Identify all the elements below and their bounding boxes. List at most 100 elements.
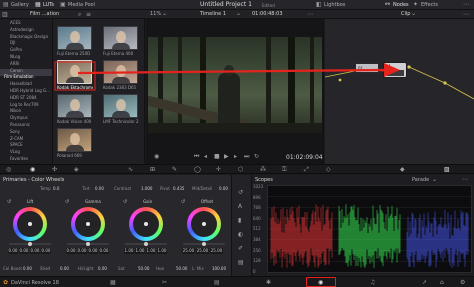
motion-effects-icon[interactable]: ◈ <box>74 166 79 173</box>
wheel-value-field[interactable]: 25.00 <box>182 248 195 254</box>
lut-folder-item[interactable]: HDR ST 2084 <box>10 95 37 100</box>
scope-mode-dropdown-icon[interactable]: ⌄ <box>432 176 437 183</box>
lut-thumbnail[interactable] <box>57 94 92 118</box>
fairlight-page-icon[interactable]: ♫ <box>370 279 375 286</box>
timeline-dropdown-icon[interactable]: ⌄ <box>236 10 241 17</box>
wheel-value-field[interactable]: 0.00 <box>41 248 51 254</box>
qualifier-icon[interactable]: ✎ <box>172 166 177 173</box>
wheel-value-field[interactable]: 1.00 <box>157 248 167 254</box>
wheel-handle[interactable] <box>202 222 206 226</box>
color-wheel[interactable] <box>129 207 163 241</box>
lut-folder-item[interactable]: Z-CAM <box>10 136 23 141</box>
lut-folder-item[interactable]: Canon <box>10 68 23 73</box>
slider-thumb[interactable] <box>28 242 32 246</box>
cut-page-icon[interactable]: ✂ <box>162 279 167 286</box>
slider-thumb[interactable] <box>86 242 90 246</box>
lut-folder-item[interactable]: Sony <box>10 129 20 134</box>
keyframes-icon[interactable]: ◆ <box>400 166 405 173</box>
corrector-node-01[interactable]: 01 <box>383 62 407 78</box>
wheel-master-slider[interactable] <box>9 242 51 246</box>
top-param-value[interactable]: 0.0 <box>53 186 59 191</box>
wheel-value-field[interactable]: 0.00 <box>77 248 87 254</box>
go-to-start-icon[interactable]: ⏮ <box>194 153 199 160</box>
nodes-options-icon[interactable]: ⋯ <box>463 11 469 18</box>
media-page-icon[interactable]: ▦ <box>110 279 116 286</box>
viewer-options-icon[interactable]: ⋯ <box>307 11 313 18</box>
camera-raw-icon[interactable]: ◎ <box>6 166 11 173</box>
play-icon[interactable]: ▶ <box>224 153 229 160</box>
bottom-param-value[interactable]: 0.00 <box>98 266 107 271</box>
color-wheel[interactable] <box>187 207 221 241</box>
curves-icon[interactable]: ∿ <box>128 166 133 173</box>
lut-folder-item[interactable]: VLog <box>10 149 20 154</box>
lut-thumbnail[interactable] <box>57 60 92 84</box>
3d-icon[interactable]: ◇ <box>326 166 331 173</box>
lut-thumbnail[interactable] <box>103 26 138 50</box>
wheel-value-field[interactable]: 25.00 <box>210 248 223 254</box>
sidebar-toggle-icon[interactable]: ▥ <box>2 11 8 18</box>
ghost-node[interactable]: 01 <box>355 63 379 73</box>
go-to-end-icon[interactable]: ⏭ <box>244 153 249 160</box>
list-view-icon[interactable]: ≡ <box>86 11 91 18</box>
lut-thumbnail[interactable] <box>103 60 138 84</box>
zoom-level[interactable]: 11% <box>150 11 161 17</box>
reset-icon[interactable]: ↺ <box>238 189 243 196</box>
lut-folder-item[interactable]: ACES <box>10 20 21 25</box>
step-forward-icon[interactable]: ▸ <box>234 153 237 160</box>
wheel-value-field[interactable]: 0.00 <box>88 248 98 254</box>
slider-thumb[interactable] <box>202 242 206 246</box>
tab-media-pool[interactable]: Media Pool <box>68 2 95 8</box>
sizing-icon[interactable]: ⤢ <box>304 166 309 173</box>
wheel-value-field[interactable]: 0.00 <box>30 248 40 254</box>
auto-balance-icon[interactable]: A <box>238 203 242 210</box>
top-param-value[interactable]: 0.00 <box>95 186 104 191</box>
stop-icon[interactable]: ■ <box>214 153 220 160</box>
wheel-value-field[interactable]: 0.00 <box>19 248 29 254</box>
wheel-master-slider[interactable] <box>125 242 167 246</box>
lut-folder-item[interactable]: GoPro <box>10 47 22 52</box>
wheel-reset-icon[interactable]: ↺ <box>181 199 185 205</box>
lightbox-icon[interactable]: ◧ <box>316 1 322 8</box>
lut-folder-item[interactable]: Hasselblad <box>10 81 32 86</box>
media-pool-icon[interactable]: ▣ <box>60 1 66 8</box>
top-param-value[interactable]: 0.435 <box>173 186 184 191</box>
lut-folder-item[interactable]: Nikon <box>10 108 21 113</box>
timeline-selector[interactable]: Timeline 1 <box>200 11 226 17</box>
wheel-value-field[interactable]: 25.00 <box>196 248 209 254</box>
blur-icon[interactable]: ⁂ <box>260 166 266 173</box>
color-wheel[interactable] <box>71 207 105 241</box>
lut-folder-item[interactable]: NLog <box>10 54 20 59</box>
top-param-value[interactable]: 0.00 <box>219 186 228 191</box>
gallery-icon[interactable]: ▤ <box>3 1 9 8</box>
bottom-param-value[interactable]: 0.00 <box>60 266 69 271</box>
lut-folder-item[interactable]: Panasonic <box>10 122 30 127</box>
bottom-param-value[interactable]: 50.00 <box>138 266 149 271</box>
lut-thumbnail[interactable] <box>103 94 138 118</box>
wheel-handle[interactable] <box>28 222 32 226</box>
picker-icon[interactable]: ✐ <box>238 245 243 252</box>
lut-folder-item[interactable]: ARRI <box>10 61 19 66</box>
search-icon[interactable]: ⌕ <box>78 11 81 18</box>
log-mode-icon[interactable]: ◐ <box>238 231 243 238</box>
wheel-master-slider[interactable] <box>183 242 225 246</box>
page-icon[interactable]: ▤ <box>238 259 244 266</box>
tab-luts[interactable]: LUTs <box>43 2 54 8</box>
luts-icon[interactable]: ▦ <box>35 1 41 8</box>
tracker-icon[interactable]: ✛ <box>216 166 221 173</box>
lut-folder-item[interactable]: Favorites <box>10 156 28 161</box>
rgb-mixer-icon[interactable]: ✣ <box>52 166 57 173</box>
lut-folder-item[interactable]: SPACE <box>10 142 23 147</box>
wheel-master-slider[interactable] <box>67 242 109 246</box>
scope-options-icon[interactable]: ⋯ <box>462 176 468 183</box>
wheel-handle[interactable] <box>86 222 90 226</box>
scopes-icon[interactable]: ▨ <box>444 166 450 173</box>
lut-folder-item[interactable]: Log to Rec709 <box>10 102 39 107</box>
tab-gallery[interactable]: Gallery <box>11 2 29 8</box>
window-icon[interactable]: ◯ <box>194 166 201 173</box>
wheel-handle[interactable] <box>144 222 148 226</box>
wheel-value-field[interactable]: 1.00 <box>124 248 134 254</box>
wheel-reset-icon[interactable]: ↺ <box>7 199 11 205</box>
node-mode-selector[interactable]: Clip <box>401 11 410 17</box>
wheel-value-field[interactable]: 0.00 <box>99 248 109 254</box>
lut-folder-item[interactable]: Film Emulation <box>4 74 34 79</box>
